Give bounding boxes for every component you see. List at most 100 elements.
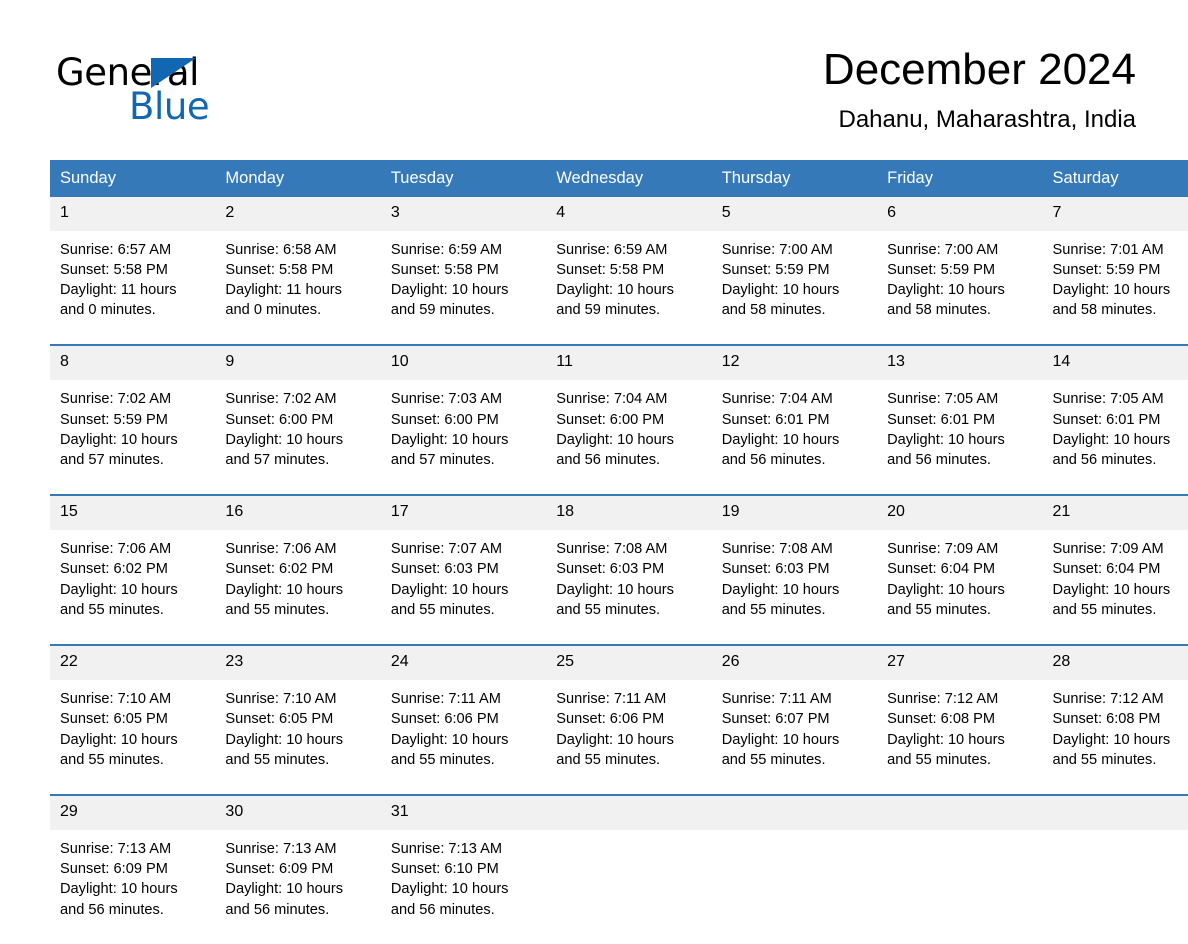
sunrise-text: Sunrise: 7:10 AM <box>60 691 172 708</box>
daylight-text-line2: and 55 minutes. <box>721 601 826 618</box>
calendar-day-cell[interactable]: 30 Sunrise: 7:13 AM Sunset: 6:09 PM Dayligh… <box>215 793 381 944</box>
daylight-text-line1: Daylight: 10 hours <box>556 431 674 448</box>
day-number <box>1042 795 1188 830</box>
calendar-day-cell[interactable]: 13 Sunrise: 7:05 AM Sunset: 6:01 PM Dayligh… <box>877 344 1043 496</box>
day-number: 16 <box>215 496 381 531</box>
calendar-day-cell[interactable]: 8 Sunrise: 7:02 AM Sunset: 5:59 PM Daylight… <box>50 344 216 496</box>
day-details: Sunrise: 6:58 AM Sunset: 5:58 PM Daylight:… <box>215 231 380 345</box>
day-number: 22 <box>50 646 216 681</box>
sunset-text: Sunset: 6:03 PM <box>721 561 830 578</box>
calendar-day-cell[interactable]: 19 Sunrise: 7:08 AM Sunset: 6:03 PM Dayligh… <box>711 494 878 646</box>
sunrise-text: Sunrise: 7:01 AM <box>1052 241 1164 258</box>
calendar-day-cell[interactable]: 27 Sunrise: 7:12 AM Sunset: 6:08 PM Dayligh… <box>877 644 1043 795</box>
day-details: Sunrise: 7:12 AM Sunset: 6:08 PM Daylight:… <box>1043 680 1188 794</box>
calendar-day-cell[interactable]: 14 Sunrise: 7:05 AM Sunset: 6:01 PM Dayligh… <box>1042 344 1188 496</box>
daylight-text-line2: and 58 minutes. <box>1052 302 1157 319</box>
calendar-day-cell[interactable]: 22 Sunrise: 7:10 AM Sunset: 6:05 PM Dayligh… <box>50 644 216 795</box>
calendar-body: 1 Sunrise: 6:57 AM Sunset: 5:58 PM Daylight… <box>50 196 1188 944</box>
day-number: 31 <box>380 795 547 830</box>
calendar-cell-empty <box>877 793 1043 944</box>
daylight-text-line2: and 56 minutes. <box>887 452 991 469</box>
calendar-day-cell[interactable]: 6 Sunrise: 7:00 AM Sunset: 5:59 PM Daylight… <box>877 196 1043 346</box>
calendar-day-cell[interactable]: 10 Sunrise: 7:03 AM Sunset: 6:00 PM Dayligh… <box>380 344 547 496</box>
sunrise-text: Sunrise: 7:09 AM <box>1052 541 1164 558</box>
day-details: Sunrise: 7:05 AM Sunset: 6:01 PM Daylight:… <box>877 380 1042 494</box>
sunset-text: Sunset: 6:02 PM <box>225 561 334 578</box>
sunset-text: Sunset: 6:00 PM <box>556 411 665 428</box>
daylight-text-line1: Daylight: 10 hours <box>721 581 840 598</box>
daylight-text-line2: and 57 minutes. <box>225 452 330 469</box>
sunset-text: Sunset: 6:08 PM <box>1052 711 1161 728</box>
daylight-text-line2: and 55 minutes. <box>556 601 661 618</box>
day-details: Sunrise: 7:11 AM Sunset: 6:06 PM Daylight:… <box>381 680 546 794</box>
calendar-day-cell[interactable]: 24 Sunrise: 7:11 AM Sunset: 6:06 PM Dayligh… <box>380 644 547 795</box>
daylight-text-line1: Daylight: 10 hours <box>60 431 178 448</box>
day-number: 13 <box>877 346 1043 381</box>
sunset-text: Sunset: 6:00 PM <box>225 411 334 428</box>
calendar-day-cell[interactable]: 15 Sunrise: 7:06 AM Sunset: 6:02 PM Dayligh… <box>50 494 216 646</box>
calendar-day-cell[interactable]: 18 Sunrise: 7:08 AM Sunset: 6:03 PM Dayligh… <box>546 494 712 646</box>
sunrise-text: Sunrise: 7:13 AM <box>390 840 502 857</box>
day-details: Sunrise: 7:04 AM Sunset: 6:01 PM Daylight:… <box>712 380 877 494</box>
calendar-day-cell[interactable]: 2 Sunrise: 6:58 AM Sunset: 5:58 PM Daylight… <box>215 196 381 346</box>
weekday-header-monday: Monday <box>215 159 381 197</box>
calendar-day-cell[interactable]: 28 Sunrise: 7:12 AM Sunset: 6:08 PM Dayligh… <box>1042 644 1188 795</box>
daylight-text-line1: Daylight: 10 hours <box>225 581 344 598</box>
day-number: 15 <box>50 496 216 531</box>
daylight-text-line2: and 55 minutes. <box>556 751 661 768</box>
daylight-text-line2: and 57 minutes. <box>60 452 164 469</box>
sunset-text: Sunset: 6:09 PM <box>225 861 334 878</box>
day-details <box>712 830 877 914</box>
day-details <box>877 830 1042 914</box>
calendar-week-row: 29 Sunrise: 7:13 AM Sunset: 6:09 PM Dayligh… <box>50 793 1188 944</box>
calendar-day-cell[interactable]: 17 Sunrise: 7:07 AM Sunset: 6:03 PM Dayligh… <box>380 494 547 646</box>
daylight-text-line2: and 56 minutes. <box>721 452 826 469</box>
page-header: General Blue December 2024 Dahanu, Mahar… <box>0 0 1188 134</box>
calendar-day-cell[interactable]: 5 Sunrise: 7:00 AM Sunset: 5:59 PM Daylight… <box>711 196 878 346</box>
calendar-day-cell[interactable]: 23 Sunrise: 7:10 AM Sunset: 6:05 PM Dayligh… <box>215 644 381 795</box>
sunrise-text: Sunrise: 7:06 AM <box>225 541 337 558</box>
calendar-day-cell[interactable]: 7 Sunrise: 7:01 AM Sunset: 5:59 PM Daylight… <box>1042 196 1188 346</box>
day-number: 8 <box>50 346 216 381</box>
calendar-week-row: 8 Sunrise: 7:02 AM Sunset: 5:59 PM Daylight… <box>50 344 1188 496</box>
sunrise-text: Sunrise: 7:05 AM <box>1052 391 1164 408</box>
daylight-text-line2: and 56 minutes. <box>225 901 330 918</box>
daylight-text-line1: Daylight: 10 hours <box>60 881 178 898</box>
sunset-text: Sunset: 6:06 PM <box>390 711 499 728</box>
daylight-text-line2: and 59 minutes. <box>390 302 495 319</box>
day-details: Sunrise: 7:09 AM Sunset: 6:04 PM Daylight:… <box>1043 530 1188 644</box>
day-details: Sunrise: 7:11 AM Sunset: 6:07 PM Daylight:… <box>712 680 877 794</box>
day-number: 28 <box>1042 646 1188 681</box>
sunset-text: Sunset: 6:01 PM <box>721 411 830 428</box>
calendar-day-cell[interactable]: 3 Sunrise: 6:59 AM Sunset: 5:58 PM Daylight… <box>380 196 547 346</box>
day-number <box>877 795 1043 830</box>
calendar-day-cell[interactable]: 21 Sunrise: 7:09 AM Sunset: 6:04 PM Dayligh… <box>1042 494 1188 646</box>
sunrise-text: Sunrise: 7:11 AM <box>556 691 667 708</box>
sunset-text: Sunset: 5:59 PM <box>887 261 996 278</box>
daylight-text-line1: Daylight: 10 hours <box>887 282 1005 299</box>
daylight-text-line2: and 56 minutes. <box>60 901 164 918</box>
sunrise-text: Sunrise: 7:13 AM <box>225 840 337 857</box>
calendar-day-cell[interactable]: 4 Sunrise: 6:59 AM Sunset: 5:58 PM Daylight… <box>546 196 712 346</box>
day-number: 17 <box>380 496 547 531</box>
calendar-day-cell[interactable]: 16 Sunrise: 7:06 AM Sunset: 6:02 PM Dayligh… <box>215 494 381 646</box>
sunrise-text: Sunrise: 7:12 AM <box>1052 691 1164 708</box>
calendar-day-cell[interactable]: 26 Sunrise: 7:11 AM Sunset: 6:07 PM Dayligh… <box>711 644 878 795</box>
calendar-day-cell[interactable]: 12 Sunrise: 7:04 AM Sunset: 6:01 PM Dayligh… <box>711 344 878 496</box>
calendar-day-cell[interactable]: 1 Sunrise: 6:57 AM Sunset: 5:58 PM Daylight… <box>50 196 216 346</box>
sunset-text: Sunset: 5:59 PM <box>721 261 830 278</box>
sunrise-text: Sunrise: 7:03 AM <box>390 391 502 408</box>
calendar-day-cell[interactable]: 25 Sunrise: 7:11 AM Sunset: 6:06 PM Dayligh… <box>546 644 712 795</box>
daylight-text-line2: and 59 minutes. <box>556 302 661 319</box>
calendar-day-cell[interactable]: 29 Sunrise: 7:13 AM Sunset: 6:09 PM Dayligh… <box>50 793 216 944</box>
general-blue-logo[interactable]: General Blue <box>56 44 256 125</box>
calendar-day-cell[interactable]: 9 Sunrise: 7:02 AM Sunset: 6:00 PM Daylight… <box>215 344 381 496</box>
day-details: Sunrise: 7:05 AM Sunset: 6:01 PM Daylight:… <box>1043 380 1188 494</box>
page-title: December 2024 <box>822 45 1136 94</box>
daylight-text-line2: and 56 minutes. <box>390 901 495 918</box>
calendar-day-cell[interactable]: 31 Sunrise: 7:13 AM Sunset: 6:10 PM Dayligh… <box>380 793 547 944</box>
daylight-text-line1: Daylight: 10 hours <box>225 431 344 448</box>
calendar-day-cell[interactable]: 20 Sunrise: 7:09 AM Sunset: 6:04 PM Dayligh… <box>877 494 1043 646</box>
calendar-day-cell[interactable]: 11 Sunrise: 7:04 AM Sunset: 6:00 PM Dayligh… <box>546 344 712 496</box>
sunset-text: Sunset: 6:06 PM <box>556 711 665 728</box>
